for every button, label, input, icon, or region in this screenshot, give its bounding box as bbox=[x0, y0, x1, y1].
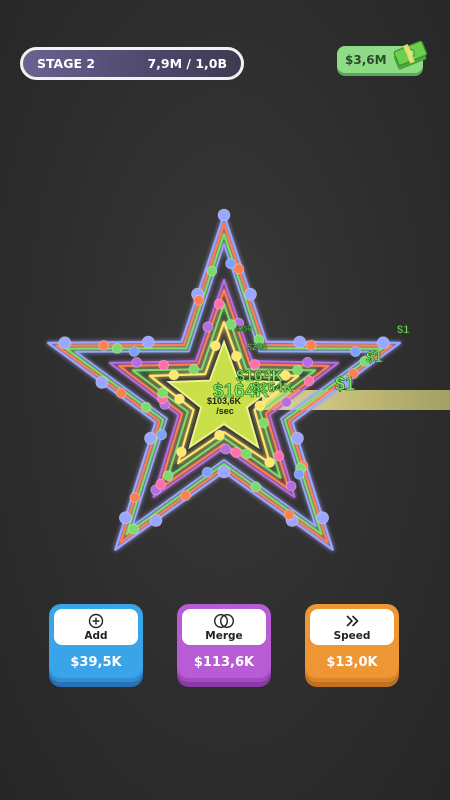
runner-ball bbox=[225, 258, 236, 270]
runner-ball bbox=[140, 401, 152, 413]
money-value: $3,6M bbox=[345, 52, 387, 67]
runner-ball bbox=[174, 393, 185, 405]
merge-button[interactable]: Merge $113,6K bbox=[177, 604, 271, 682]
runner-ball bbox=[292, 364, 304, 376]
runner-ball bbox=[258, 417, 270, 429]
runner-ball bbox=[213, 298, 225, 310]
add-button-face: Add bbox=[54, 609, 138, 645]
runner-ball bbox=[149, 514, 163, 527]
runner-ball bbox=[155, 478, 167, 490]
runner-ball bbox=[201, 466, 213, 478]
merge-button-price: $113,6K bbox=[193, 655, 255, 670]
floating-money-text: $256 bbox=[247, 342, 267, 352]
runner-ball bbox=[283, 509, 295, 521]
runner-ball bbox=[206, 265, 218, 277]
add-button-label: Add bbox=[84, 629, 108, 642]
runner-ball bbox=[293, 468, 305, 480]
runner-ball bbox=[250, 481, 262, 493]
double-chevron-right-icon bbox=[346, 614, 359, 627]
plus-circle-icon bbox=[88, 613, 104, 628]
runner-ball bbox=[180, 490, 192, 501]
merge-circles-icon bbox=[213, 613, 235, 628]
runner-ball bbox=[230, 350, 242, 362]
floating-money-text: $164K bbox=[252, 379, 293, 395]
merge-button-face: Merge bbox=[182, 609, 266, 645]
runner-ball bbox=[241, 448, 253, 460]
runner-ball bbox=[158, 359, 170, 371]
stage-progress-text: 7,9M / 1,0B bbox=[147, 56, 227, 71]
speed-button-label: Speed bbox=[333, 629, 371, 642]
runner-ball bbox=[115, 387, 127, 399]
runner-ball bbox=[316, 511, 330, 525]
runner-ball bbox=[230, 446, 242, 458]
merge-button-label: Merge bbox=[205, 629, 243, 642]
runner-ball bbox=[128, 346, 140, 358]
runner-ball bbox=[157, 387, 169, 399]
runner-ball bbox=[254, 400, 266, 412]
stage-label: STAGE 2 bbox=[37, 56, 96, 71]
runner-ball bbox=[202, 321, 214, 333]
floating-money-text: $1 bbox=[366, 349, 383, 366]
runner-ball bbox=[131, 356, 143, 368]
runner-ball bbox=[95, 376, 109, 389]
cash-stack-icon bbox=[393, 40, 428, 70]
floating-money-text: $1 bbox=[397, 324, 409, 336]
runner-ball bbox=[376, 336, 390, 350]
runner-ball bbox=[168, 369, 180, 381]
income-rate-unit: /sec bbox=[216, 406, 234, 416]
runner-ball bbox=[193, 294, 205, 306]
runner-ball bbox=[188, 363, 200, 375]
runner-ball bbox=[141, 335, 155, 349]
runner-ball bbox=[156, 429, 168, 441]
add-button-price: $39,5K bbox=[70, 655, 122, 670]
runner-ball bbox=[118, 511, 132, 525]
floating-money-text: $1 bbox=[335, 374, 355, 394]
runner-ball bbox=[305, 339, 317, 351]
runner-ball bbox=[273, 450, 285, 462]
speed-button[interactable]: Speed $13,0K bbox=[305, 604, 399, 682]
runner-ball bbox=[58, 336, 72, 350]
runner-ball bbox=[217, 465, 231, 479]
stage-progress-bar: STAGE 2 7,9M / 1,0B bbox=[20, 47, 244, 80]
runner-ball bbox=[175, 446, 187, 458]
runner-ball bbox=[293, 335, 307, 349]
runner-ball bbox=[349, 346, 361, 358]
runner-ball bbox=[280, 396, 292, 408]
runner-ball bbox=[244, 287, 257, 301]
runner-ball bbox=[128, 523, 140, 535]
floating-money-text: $256 bbox=[236, 326, 252, 333]
runner-ball bbox=[220, 443, 232, 455]
runner-ball bbox=[129, 492, 141, 503]
add-button[interactable]: Add $39,5K bbox=[49, 604, 143, 682]
runner-ball bbox=[291, 431, 304, 445]
runner-ball bbox=[162, 470, 174, 482]
runner-ball bbox=[264, 457, 276, 468]
runner-ball bbox=[209, 340, 221, 352]
runner-ball bbox=[213, 429, 225, 441]
runner-ball bbox=[111, 343, 123, 354]
speed-button-face: Speed bbox=[310, 609, 394, 645]
runner-ball bbox=[144, 431, 157, 445]
runner-ball bbox=[303, 375, 315, 387]
speed-button-price: $13,0K bbox=[326, 655, 378, 670]
runner-ball bbox=[217, 208, 231, 222]
runner-ball bbox=[302, 356, 314, 368]
runner-ball bbox=[285, 480, 297, 492]
star-playfield[interactable]: $103,6K /sec $1 $1 $1 $164K $164K $164K … bbox=[0, 180, 450, 600]
runner-ball bbox=[98, 339, 110, 351]
runner-ball bbox=[225, 319, 237, 330]
